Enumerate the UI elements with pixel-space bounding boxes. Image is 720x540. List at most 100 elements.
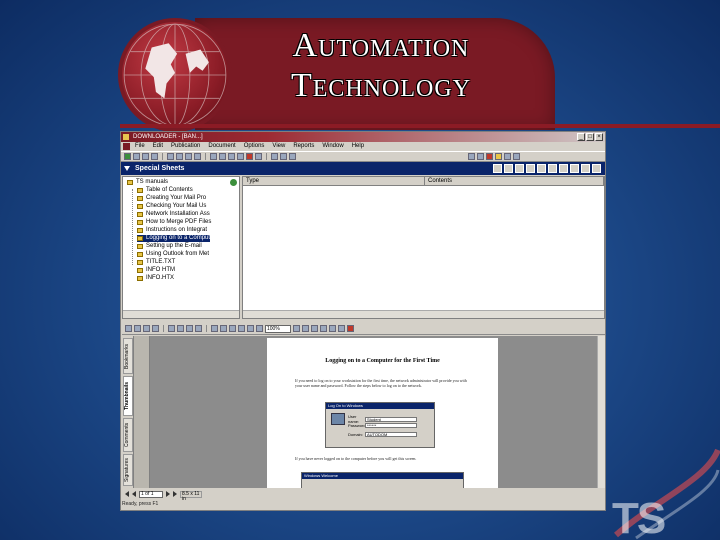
tab-thumbnails[interactable]: Thumbnails (123, 376, 133, 416)
tree-item[interactable]: INFO HTM (137, 267, 175, 274)
last-page-nav-icon[interactable] (173, 491, 177, 497)
tree-item-selected[interactable]: Logging on to a Comput (137, 235, 211, 242)
tree-item[interactable]: How to Merge PDF Files (137, 219, 211, 226)
menu-edit[interactable]: Edit (153, 142, 163, 151)
viewer-print-icon[interactable] (143, 325, 150, 332)
tree-item[interactable]: Network Installation Ass (137, 211, 210, 218)
publish-icon[interactable] (271, 153, 278, 160)
first-page-icon[interactable] (211, 325, 218, 332)
hand-tool-icon[interactable] (168, 325, 175, 332)
menu-help[interactable]: Help (352, 142, 364, 151)
sheet-tool-9-icon[interactable] (581, 164, 590, 173)
zoom-level-field[interactable]: 100% (265, 324, 291, 333)
sheet-tool-7-icon[interactable] (559, 164, 568, 173)
collapse-triangle-icon[interactable] (124, 166, 130, 171)
sheet-tool-2-icon[interactable] (504, 164, 513, 173)
tree-item[interactable]: Using Outlook from Met (137, 251, 209, 258)
tree-item[interactable]: TITLE.TXT (137, 259, 175, 266)
new-icon[interactable] (124, 153, 131, 160)
document-tree[interactable]: TS manuals Table of Contents Creating Yo… (122, 176, 240, 319)
copy-icon[interactable] (176, 153, 183, 160)
special-sheets-bar[interactable]: Special Sheets (121, 162, 605, 175)
thumbnail-panel[interactable] (134, 336, 150, 488)
prev-page-nav-icon[interactable] (132, 491, 136, 497)
menu-options[interactable]: Options (244, 142, 265, 151)
viewer-vertical-scrollbar[interactable] (597, 336, 605, 488)
refresh-icon[interactable] (289, 153, 296, 160)
preview-icon[interactable] (280, 153, 287, 160)
rotate-icon[interactable] (329, 325, 336, 332)
fit-page-icon[interactable] (311, 325, 318, 332)
save-icon[interactable] (142, 153, 149, 160)
sheet-tool-8-icon[interactable] (570, 164, 579, 173)
properties-list[interactable]: Type Contents (242, 176, 605, 319)
menu-file[interactable]: File (135, 142, 145, 151)
fit-width-icon[interactable] (320, 325, 327, 332)
properties-icon[interactable] (255, 153, 262, 160)
cut-icon[interactable] (167, 153, 174, 160)
go-forward-icon[interactable] (256, 325, 263, 332)
acrobat-icon[interactable] (347, 325, 354, 332)
sheet-tool-5-icon[interactable] (537, 164, 546, 173)
tree-item[interactable]: INFO.HTX (137, 275, 174, 282)
menu-window[interactable]: Window (322, 142, 343, 151)
window-titlebar[interactable]: DOWNLOADER - [BAN...] _ □ × (121, 132, 605, 142)
actual-size-icon[interactable] (302, 325, 309, 332)
tree-root[interactable]: TS manuals (127, 179, 168, 186)
tree-item[interactable]: Checking Your Mail Us (137, 203, 206, 210)
page-indicator[interactable]: 1 of 1 (139, 490, 163, 498)
delete-icon[interactable] (246, 153, 253, 160)
close-button[interactable]: × (595, 133, 603, 141)
tree-item[interactable]: Instructions on Integrat (137, 227, 207, 234)
menu-view[interactable]: View (272, 142, 285, 151)
last-page-icon[interactable] (238, 325, 245, 332)
sheet-tool-3-icon[interactable] (515, 164, 524, 173)
list-horizontal-scrollbar[interactable] (243, 310, 604, 318)
minimize-button[interactable]: _ (577, 133, 585, 141)
tab-comments[interactable]: Comments (123, 418, 133, 452)
select-text-icon[interactable] (177, 325, 184, 332)
tree-item[interactable]: Setting up the E-mail (137, 243, 202, 250)
sheet-tool-6-icon[interactable] (548, 164, 557, 173)
sheet-tool-1-icon[interactable] (493, 164, 502, 173)
move-down-icon[interactable] (237, 153, 244, 160)
sheet-tool-10-icon[interactable] (592, 164, 601, 173)
tab-bookmarks[interactable]: Bookmarks (123, 338, 133, 374)
find-text-icon[interactable] (338, 325, 345, 332)
folder-icon[interactable] (495, 153, 502, 160)
move-up-icon[interactable] (228, 153, 235, 160)
document-area[interactable]: Logging on to a Computer for the First T… (150, 336, 597, 488)
sheet-tool-4-icon[interactable] (526, 164, 535, 173)
menu-document[interactable]: Document (208, 142, 235, 151)
image-icon[interactable] (504, 153, 511, 160)
menu-publication[interactable]: Publication (171, 142, 200, 151)
move-left-icon[interactable] (210, 153, 217, 160)
zoom-in-icon[interactable] (186, 325, 193, 332)
viewer-email-icon[interactable] (152, 325, 159, 332)
list-icon[interactable] (477, 153, 484, 160)
tab-signatures[interactable]: Signatures (123, 454, 133, 486)
column-contents[interactable]: Contents (425, 177, 604, 185)
tree-item[interactable]: Table of Contents (137, 187, 193, 194)
next-page-icon[interactable] (229, 325, 236, 332)
move-right-icon[interactable] (219, 153, 226, 160)
viewer-open-icon[interactable] (125, 325, 132, 332)
menu-reports[interactable]: Reports (293, 142, 314, 151)
first-page-nav-icon[interactable] (125, 491, 129, 497)
print-icon[interactable] (151, 153, 158, 160)
viewer-save-icon[interactable] (134, 325, 141, 332)
tree-item[interactable]: Creating Your Mail Pro (137, 195, 206, 202)
paste-icon[interactable] (185, 153, 192, 160)
find-icon[interactable] (194, 153, 201, 160)
pdf-icon[interactable] (486, 153, 493, 160)
view-icon[interactable] (468, 153, 475, 160)
go-back-icon[interactable] (247, 325, 254, 332)
next-page-nav-icon[interactable] (166, 491, 170, 497)
tree-horizontal-scrollbar[interactable] (123, 310, 239, 318)
help-icon[interactable] (513, 153, 520, 160)
prev-page-icon[interactable] (220, 325, 227, 332)
maximize-button[interactable]: □ (586, 133, 594, 141)
zoom-out-icon[interactable] (195, 325, 202, 332)
zoom-dropdown-icon[interactable] (293, 325, 300, 332)
open-icon[interactable] (133, 153, 140, 160)
